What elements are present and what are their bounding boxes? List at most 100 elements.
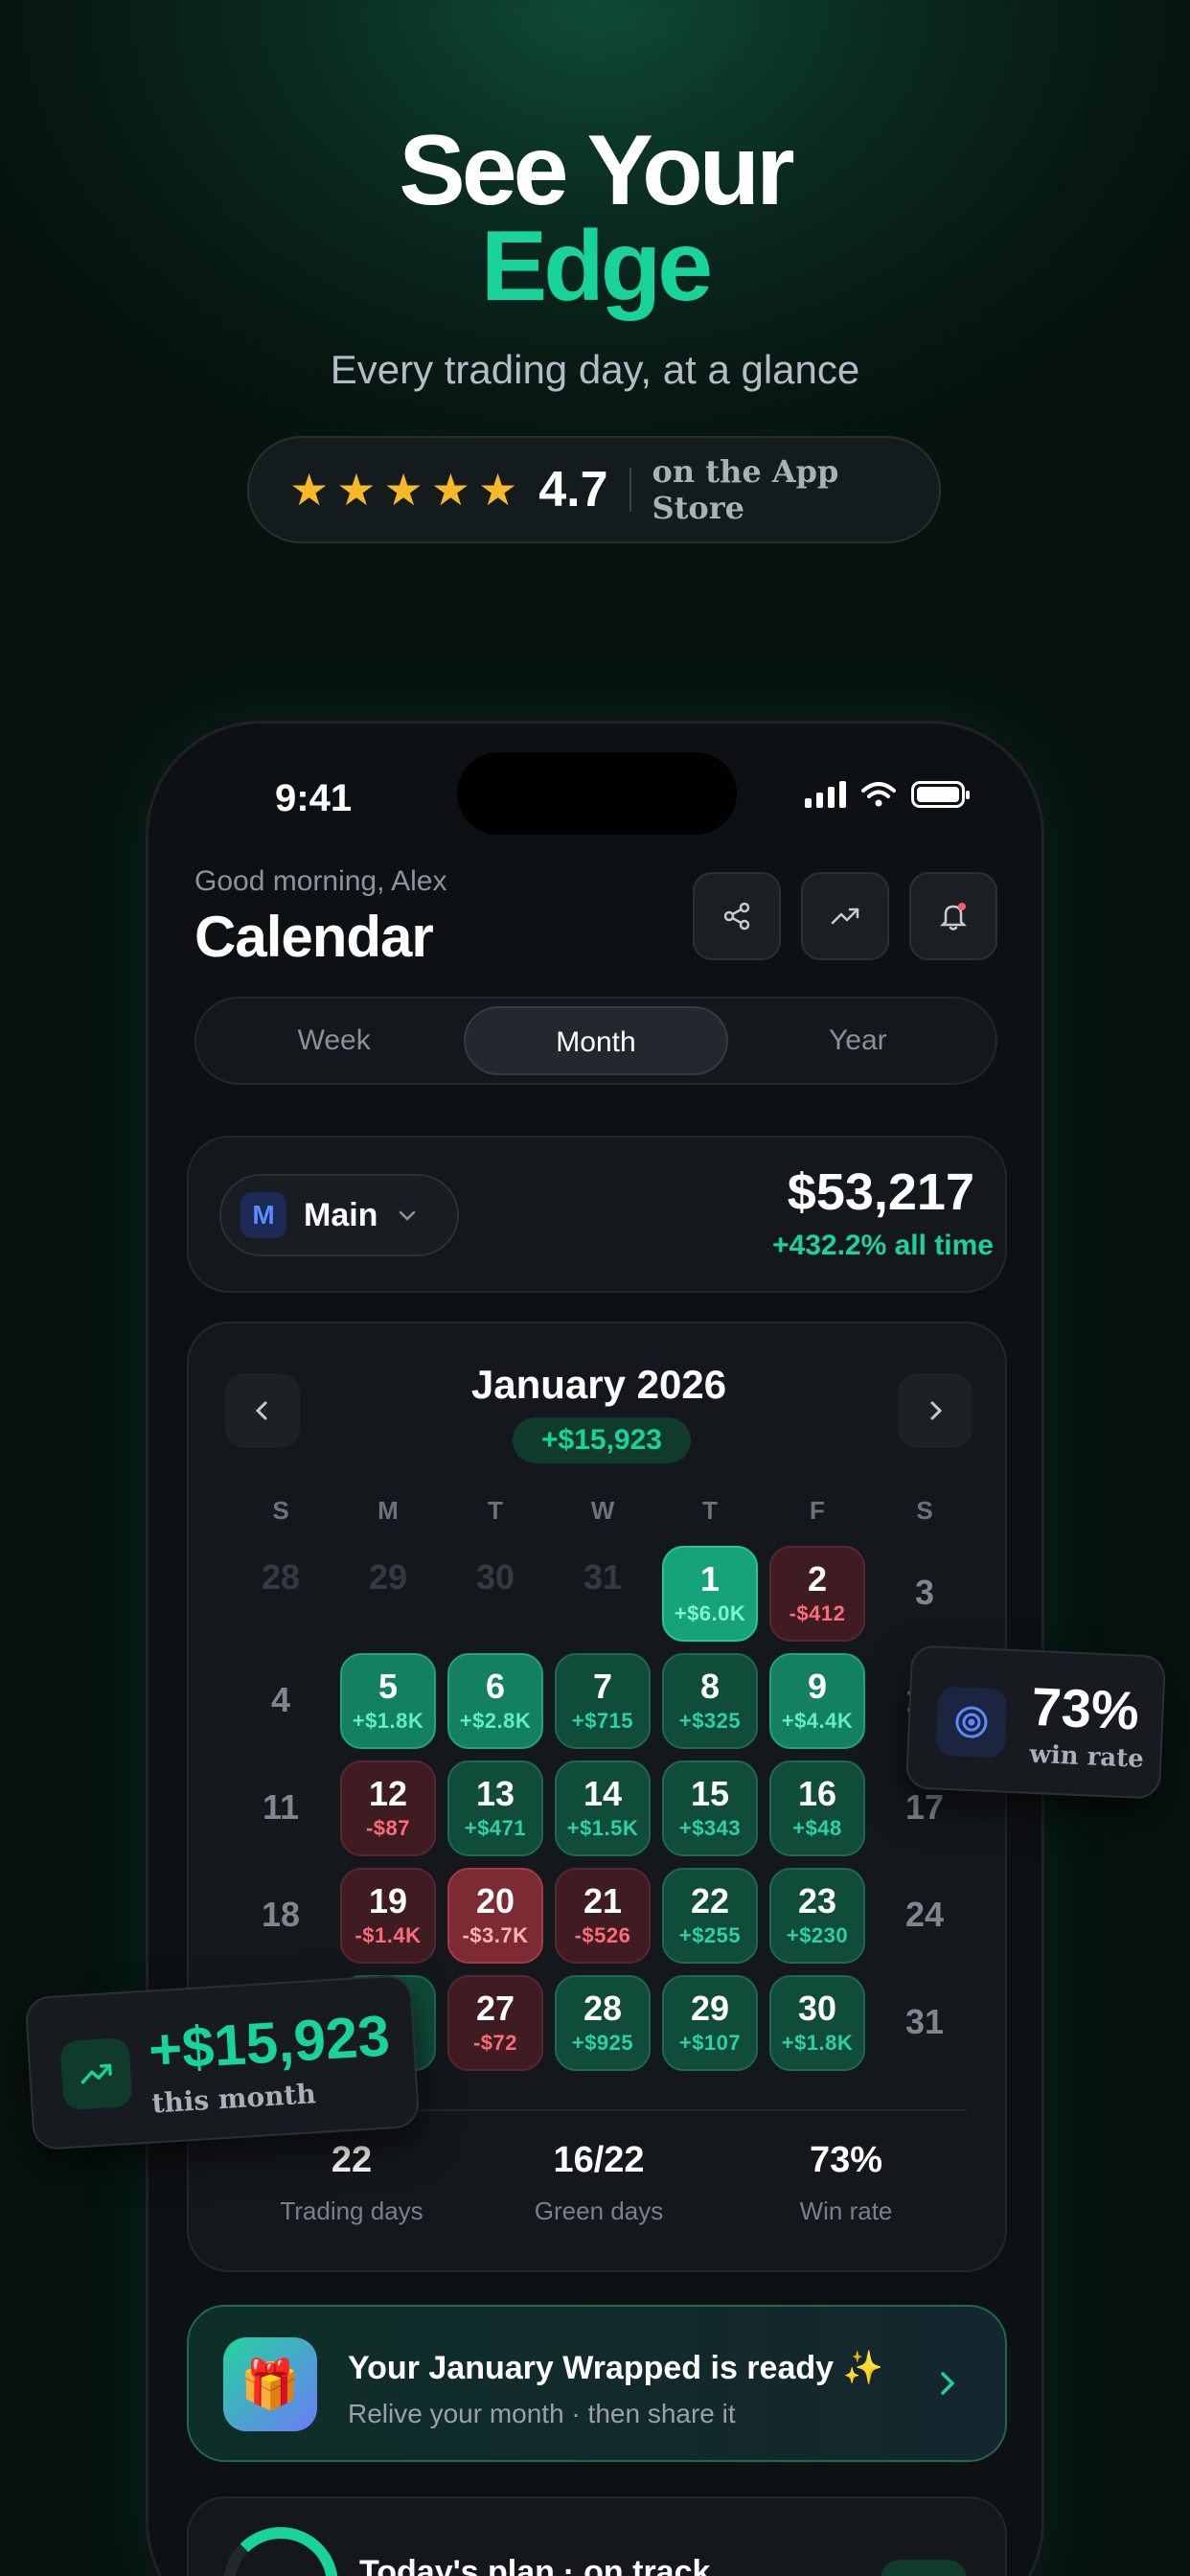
calendar-day[interactable]: 15 +$343: [662, 1760, 758, 1856]
share-button[interactable]: [693, 872, 781, 960]
wrapped-banner[interactable]: 🎁 Your January Wrapped is ready ✨ Relive…: [187, 2305, 1007, 2462]
calendar-day[interactable]: 30 +$1.8K: [769, 1975, 865, 2071]
calendar-day[interactable]: 22 +$255: [662, 1868, 758, 1964]
calendar-day[interactable]: 12 -$87: [340, 1760, 436, 1856]
notifications-button[interactable]: [909, 872, 997, 960]
day-pnl: +$48: [792, 1816, 842, 1840]
day-number: 6: [485, 1667, 506, 1706]
stat-green-days: 16/22 Green days: [484, 2140, 714, 2226]
day-number: 5: [378, 1667, 399, 1706]
signal-icon: [805, 781, 846, 808]
trend-up-icon: [831, 908, 859, 925]
star-icon: ★: [383, 465, 423, 515]
weekday-label: T: [488, 1496, 503, 1525]
day-pnl: +$715: [571, 1709, 634, 1733]
monthly-pnl-floating-card: +$15,923 this month: [24, 1973, 421, 2151]
calendar-day[interactable]: 7 +$715: [555, 1653, 651, 1749]
day-number: 29: [690, 1989, 730, 2028]
calendar-day[interactable]: 2 -$412: [769, 1546, 865, 1642]
account-name: Main: [304, 1196, 378, 1233]
account-selector[interactable]: M Main: [219, 1174, 459, 1256]
status-icons: [805, 781, 970, 808]
calendar-day[interactable]: 20 -$3.7K: [447, 1868, 543, 1964]
calendar-day[interactable]: 1 +$6.0K: [662, 1546, 758, 1642]
target-icon: [935, 1686, 1008, 1759]
calendar-day[interactable]: 11: [233, 1760, 329, 1856]
day-number: 23: [797, 1881, 837, 1920]
chevron-right-icon: [941, 2372, 955, 2395]
calendar-day[interactable]: 23 +$230: [769, 1868, 865, 1964]
calendar-day: 28: [233, 1546, 329, 1642]
calendar-day[interactable]: 5 +$1.8K: [340, 1653, 436, 1749]
daily-plan-card[interactable]: Today's plan · on track: [187, 2496, 1007, 2576]
analytics-button[interactable]: [801, 872, 889, 960]
rating-divider: [629, 468, 631, 512]
period-segmented-control: Week Month Year: [195, 997, 997, 1085]
calendar-day[interactable]: 3: [877, 1546, 973, 1642]
gift-icon: 🎁: [223, 2337, 317, 2431]
day-pnl: +$255: [678, 1923, 742, 1947]
day-number: 30: [475, 1557, 515, 1597]
star-icon: ★: [289, 465, 330, 515]
calendar-day[interactable]: 16 +$48: [769, 1760, 865, 1856]
calendar-day[interactable]: 18: [233, 1868, 329, 1964]
day-number: 14: [583, 1774, 623, 1813]
calendar-day[interactable]: 31: [877, 1975, 973, 2071]
day-number: 7: [592, 1667, 613, 1706]
day-number: 13: [475, 1774, 515, 1813]
weekday-label: S: [916, 1496, 933, 1525]
monthly-pnl-label: this month: [150, 2078, 317, 2120]
star-icon: ★: [478, 465, 518, 515]
month-pnl-badge: +$15,923: [513, 1417, 691, 1463]
calendar-day[interactable]: 9 +$4.4K: [769, 1653, 865, 1749]
calendar-day[interactable]: 13 +$471: [447, 1760, 543, 1856]
calendar-day[interactable]: 8 +$325: [662, 1653, 758, 1749]
day-number: 11: [262, 1787, 300, 1827]
segment-month[interactable]: Month: [464, 1006, 728, 1075]
stat-label: Trading days: [280, 2196, 423, 2225]
stat-win-rate: 73% Win rate: [731, 2140, 961, 2226]
day-pnl: -$3.7K: [462, 1923, 529, 1947]
calendar-day: 30: [447, 1546, 543, 1642]
calendar-day[interactable]: 27 -$72: [447, 1975, 543, 2071]
page-title: Calendar: [195, 905, 434, 969]
day-pnl: +$2.8K: [459, 1709, 532, 1733]
stat-value: 16/22: [553, 2140, 645, 2180]
day-pnl: +$1.8K: [781, 2031, 854, 2055]
calendar-day[interactable]: 19 -$1.4K: [340, 1868, 436, 1964]
monthly-pnl-value: +$15,923: [147, 2003, 392, 2082]
calendar-day[interactable]: 4: [233, 1653, 329, 1749]
day-number: 30: [797, 1989, 837, 2028]
trend-up-icon: [59, 2036, 133, 2111]
wifi-icon: [861, 782, 896, 807]
win-rate-value: 73%: [1030, 1675, 1141, 1741]
share-icon: [723, 902, 750, 931]
plan-action-button[interactable]: [881, 2560, 967, 2576]
wrapped-subtitle: Relive your month · then share it: [348, 2399, 736, 2428]
battery-icon: [911, 781, 970, 808]
calendar-day[interactable]: 28 +$925: [555, 1975, 651, 2071]
calendar-day: 31: [555, 1546, 651, 1642]
day-pnl: +$4.4K: [781, 1709, 854, 1733]
month-title: January 2026: [470, 1362, 727, 1407]
calendar-day[interactable]: 6 +$2.8K: [447, 1653, 543, 1749]
star-icon: ★: [336, 465, 377, 515]
dynamic-island: [457, 752, 737, 835]
day-number: 16: [797, 1774, 837, 1813]
segment-week[interactable]: Week: [204, 1006, 464, 1075]
hero-subtitle: Every trading day, at a glance: [330, 347, 860, 392]
plan-progress-ring: [223, 2527, 338, 2576]
segment-year[interactable]: Year: [728, 1006, 988, 1075]
day-pnl: +$1.5K: [566, 1816, 639, 1840]
day-pnl: +$471: [464, 1816, 527, 1840]
day-number: 29: [368, 1557, 408, 1597]
calendar-day[interactable]: 21 -$526: [555, 1868, 651, 1964]
calendar-day[interactable]: 14 +$1.5K: [555, 1760, 651, 1856]
day-number: 22: [690, 1881, 730, 1920]
day-number: 17: [904, 1787, 945, 1827]
calendar-day[interactable]: 24: [877, 1868, 973, 1964]
stat-label: Win rate: [799, 2196, 893, 2225]
day-number: 18: [261, 1895, 301, 1934]
calendar-day[interactable]: 29 +$107: [662, 1975, 758, 2071]
day-number: 1: [699, 1559, 721, 1598]
